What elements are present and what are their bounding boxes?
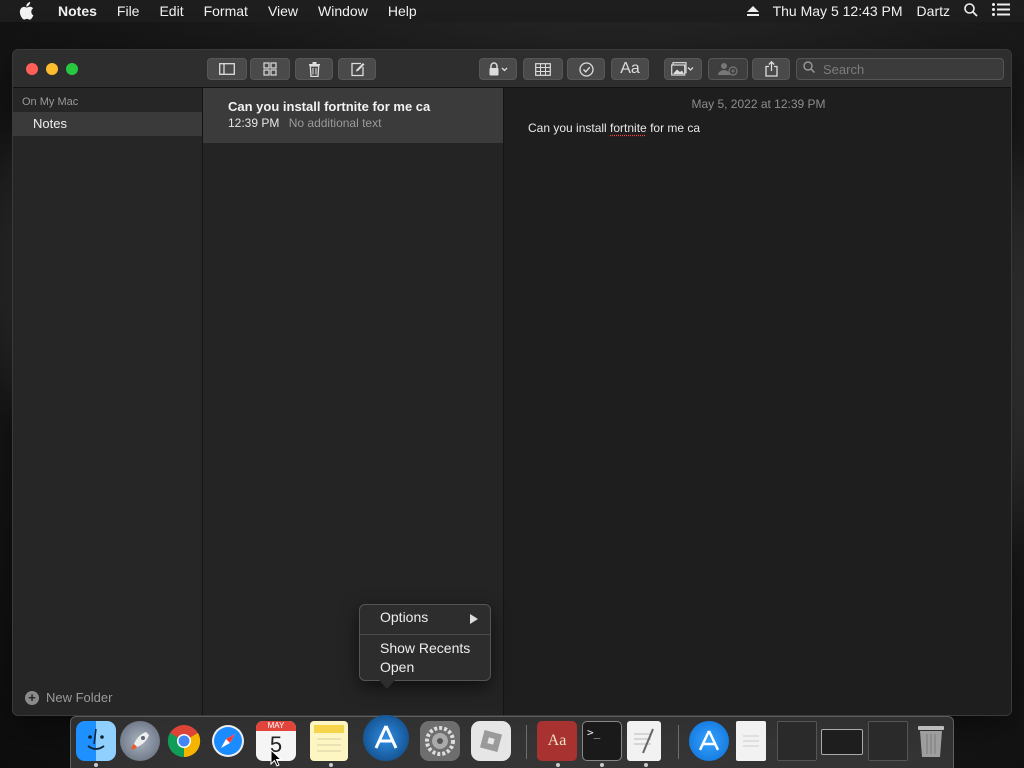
apple-menu-icon[interactable] bbox=[18, 2, 36, 20]
share-button[interactable] bbox=[752, 58, 790, 80]
menu-separator bbox=[360, 634, 490, 635]
checklist-button[interactable] bbox=[567, 58, 605, 80]
note-preview: No additional text bbox=[288, 116, 382, 130]
dock-separator bbox=[678, 725, 679, 759]
menu-edit[interactable]: Edit bbox=[149, 0, 193, 22]
terminal-icon[interactable]: >_ bbox=[582, 721, 622, 761]
calendar-month: MAY bbox=[256, 721, 296, 731]
menu-pointer bbox=[379, 680, 395, 689]
checkmark-circle-icon bbox=[578, 61, 594, 77]
document-icon[interactable] bbox=[736, 721, 766, 761]
notification-center-icon[interactable] bbox=[992, 3, 1010, 19]
menu-item-options[interactable]: Options bbox=[380, 609, 428, 625]
finder-icon[interactable] bbox=[76, 721, 116, 761]
delete-note-button[interactable] bbox=[295, 58, 333, 80]
menu-item-open[interactable]: Open bbox=[380, 659, 414, 675]
eject-icon[interactable] bbox=[746, 3, 759, 19]
spotlight-search-icon[interactable] bbox=[964, 2, 978, 20]
note-list-item[interactable]: Can you install fortnite for me ca 12:39… bbox=[203, 88, 503, 143]
search-icon bbox=[803, 60, 816, 78]
menu-file[interactable]: File bbox=[107, 0, 150, 22]
note-editor[interactable]: May 5, 2022 at 12:39 PM Can you install … bbox=[504, 88, 1011, 715]
add-person-icon bbox=[717, 62, 739, 76]
add-people-button[interactable] bbox=[708, 58, 748, 80]
note-date: May 5, 2022 at 12:39 PM bbox=[691, 97, 826, 111]
folders-sidebar: On My Mac Notes + New Folder bbox=[13, 88, 203, 715]
compose-icon bbox=[350, 62, 365, 77]
new-folder-button[interactable]: + New Folder bbox=[25, 690, 112, 705]
sidebar-item-notes[interactable]: Notes bbox=[13, 112, 202, 136]
running-indicator bbox=[644, 763, 648, 767]
format-text-button[interactable]: Aa bbox=[611, 58, 649, 80]
running-indicator bbox=[94, 763, 98, 767]
minimize-window-button[interactable] bbox=[46, 63, 58, 75]
gallery-view-button[interactable] bbox=[250, 58, 290, 80]
add-media-button[interactable] bbox=[664, 58, 702, 80]
notes-app-icon[interactable] bbox=[310, 721, 348, 761]
search-input[interactable] bbox=[823, 61, 993, 77]
trash-icon bbox=[308, 61, 321, 77]
menu-window[interactable]: Window bbox=[308, 0, 378, 22]
minimized-window-icon[interactable] bbox=[868, 721, 908, 761]
dock: MAY 5 Aa >_ bbox=[70, 715, 954, 768]
share-icon bbox=[764, 61, 778, 77]
note-time: 12:39 PM bbox=[228, 116, 280, 130]
toggle-sidebar-button[interactable] bbox=[207, 58, 247, 80]
launchpad-icon[interactable] bbox=[120, 721, 160, 761]
zoom-window-button[interactable] bbox=[66, 63, 78, 75]
running-indicator bbox=[329, 763, 333, 767]
minimized-window-icon[interactable] bbox=[777, 721, 817, 761]
note-body[interactable]: Can you install fortnite for me ca bbox=[528, 121, 700, 135]
lock-note-button[interactable] bbox=[479, 58, 517, 80]
running-indicator bbox=[556, 763, 560, 767]
running-indicator bbox=[600, 763, 604, 767]
xcode-icon[interactable] bbox=[363, 715, 409, 761]
menu-format[interactable]: Format bbox=[194, 0, 258, 22]
close-window-button[interactable] bbox=[26, 63, 38, 75]
mouse-cursor-icon bbox=[270, 748, 283, 768]
submenu-arrow-icon bbox=[470, 614, 478, 624]
sidebar-icon bbox=[219, 63, 235, 75]
dock-context-menu: Options Show Recents Open bbox=[359, 604, 491, 689]
system-preferences-icon[interactable] bbox=[420, 721, 460, 761]
roblox-icon[interactable] bbox=[471, 721, 511, 761]
misspelled-word[interactable]: fortnite bbox=[610, 121, 647, 135]
app-store-icon[interactable] bbox=[689, 721, 729, 761]
textedit-icon[interactable] bbox=[627, 721, 661, 761]
search-field[interactable] bbox=[796, 58, 1004, 80]
grid-icon bbox=[263, 62, 277, 76]
window-toolbar: Aa bbox=[13, 50, 1011, 88]
menu-app-name[interactable]: Notes bbox=[48, 0, 107, 22]
table-icon bbox=[535, 62, 551, 76]
note-body-text-end: for me ca bbox=[646, 121, 701, 135]
menu-bar: Notes File Edit Format View Window Help … bbox=[0, 0, 1024, 22]
section-header-on-my-mac: On My Mac bbox=[22, 96, 79, 108]
format-label: Aa bbox=[620, 60, 640, 77]
note-title: Can you install fortnite for me ca bbox=[228, 99, 431, 114]
menu-item-show-recents[interactable]: Show Recents bbox=[380, 640, 470, 656]
trash-can-icon[interactable] bbox=[911, 721, 951, 761]
lock-icon bbox=[488, 62, 508, 76]
menu-help[interactable]: Help bbox=[378, 0, 427, 22]
menubar-user[interactable]: Dartz bbox=[917, 3, 950, 19]
insert-table-button[interactable] bbox=[523, 58, 563, 80]
menubar-clock[interactable]: Thu May 5 12:43 PM bbox=[773, 3, 903, 19]
minimized-window-icon[interactable] bbox=[821, 729, 863, 755]
plus-circle-icon: + bbox=[25, 690, 39, 705]
new-folder-label: New Folder bbox=[46, 690, 113, 705]
chrome-icon[interactable] bbox=[164, 721, 204, 761]
dock-separator bbox=[526, 725, 527, 759]
menu-view[interactable]: View bbox=[258, 0, 308, 22]
new-note-button[interactable] bbox=[338, 58, 376, 80]
dictionary-icon[interactable]: Aa bbox=[537, 721, 577, 761]
note-body-text: Can you install bbox=[528, 121, 611, 135]
note-meta: 12:39 PM No additional text bbox=[228, 116, 381, 130]
photo-icon bbox=[671, 62, 695, 76]
safari-icon[interactable] bbox=[208, 721, 248, 761]
notes-window: Aa On My Mac Notes + bbox=[12, 49, 1012, 716]
